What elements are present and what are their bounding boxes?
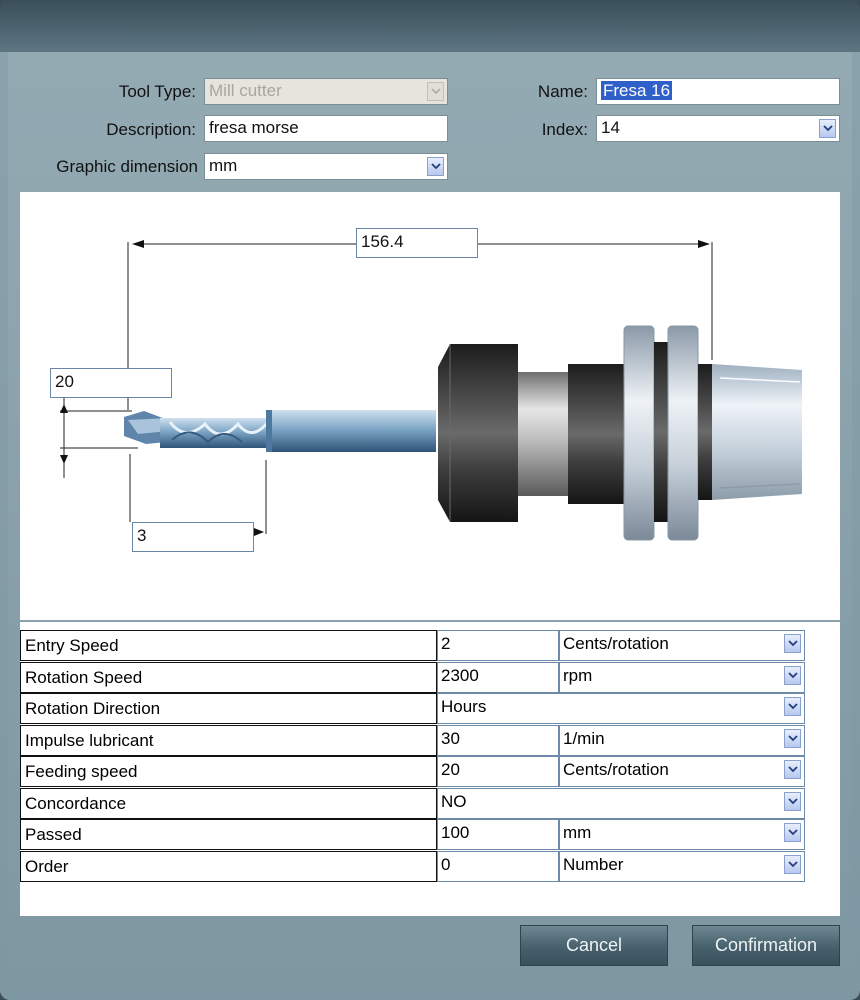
param-unit-select[interactable]: mm: [559, 819, 805, 850]
diameter-dimension-value: 20: [55, 372, 74, 391]
confirmation-button[interactable]: Confirmation: [692, 925, 840, 966]
description-value: fresa morse: [209, 118, 299, 137]
param-name: Passed: [20, 819, 437, 850]
name-value: Fresa 16: [601, 81, 673, 100]
description-label: Description:: [106, 120, 196, 139]
param-unit: rpm: [563, 665, 593, 685]
param-unit: Cents/rotation: [563, 634, 669, 653]
index-label: Index:: [541, 120, 588, 139]
param-value: 0: [441, 854, 451, 874]
param-unit: 1/min: [563, 728, 605, 748]
param-name: Rotation Speed: [20, 661, 437, 693]
chevron-down-icon[interactable]: [784, 760, 801, 779]
cancel-button[interactable]: Cancel: [520, 925, 668, 966]
param-value: Hours: [441, 697, 487, 716]
chevron-down-icon[interactable]: [784, 697, 801, 716]
tool-drawing-area: 156.4 20 3: [20, 192, 840, 620]
offset-dimension-input[interactable]: 3: [132, 522, 254, 552]
param-value-select[interactable]: NO: [437, 787, 805, 819]
param-value-input[interactable]: 100: [437, 819, 559, 850]
graphic-dimension-label: Graphic dimension: [56, 157, 198, 176]
tool-type-select: Mill cutter: [204, 78, 448, 105]
graphic-dimension-select[interactable]: mm: [204, 153, 448, 180]
param-value: 20: [441, 760, 460, 779]
param-value-input[interactable]: 2: [437, 630, 559, 661]
chevron-down-icon[interactable]: [784, 823, 801, 842]
chevron-down-icon[interactable]: [784, 634, 801, 653]
graphic-dimension-value: mm: [209, 156, 238, 175]
diameter-dimension-input[interactable]: 20: [50, 368, 172, 398]
name-input[interactable]: Fresa 16: [596, 78, 840, 105]
chevron-down-icon[interactable]: [784, 728, 801, 748]
window-titlebar[interactable]: [0, 0, 860, 52]
chevron-down-icon[interactable]: [427, 157, 444, 176]
param-value: NO: [441, 791, 467, 811]
chevron-down-icon: [427, 82, 444, 101]
description-input[interactable]: fresa morse: [204, 115, 448, 142]
offset-dimension-value: 3: [137, 526, 147, 545]
param-name: Order: [20, 850, 437, 882]
param-value: 2300: [441, 665, 479, 685]
param-unit-select[interactable]: Cents/rotation: [559, 756, 805, 787]
chevron-down-icon[interactable]: [784, 665, 801, 685]
param-name: Impulse lubricant: [20, 724, 437, 756]
param-name: Feeding speed: [20, 756, 437, 787]
name-label: Name:: [537, 82, 588, 101]
tool-type-label: Tool Type:: [118, 82, 196, 101]
param-value: 100: [441, 823, 470, 842]
param-unit-select[interactable]: 1/min: [559, 724, 805, 756]
param-name: Rotation Direction: [20, 693, 437, 724]
param-value: 2: [441, 634, 451, 653]
index-select[interactable]: 14: [596, 115, 840, 142]
param-value-select[interactable]: Hours: [437, 693, 805, 724]
param-value-input[interactable]: 30: [437, 724, 559, 756]
param-unit: Number: [563, 854, 624, 874]
param-name: Concordance: [20, 787, 437, 819]
length-dimension-value: 156.4: [361, 232, 404, 251]
chevron-down-icon[interactable]: [784, 854, 801, 874]
param-value-input[interactable]: 20: [437, 756, 559, 787]
param-unit: Cents/rotation: [563, 760, 669, 779]
param-value: 30: [441, 728, 460, 748]
param-name: Entry Speed: [20, 630, 437, 661]
chevron-down-icon[interactable]: [819, 119, 836, 138]
index-value: 14: [601, 118, 620, 137]
param-unit: mm: [563, 823, 592, 842]
tool-type-value: Mill cutter: [209, 81, 282, 100]
tool-editor-window: Tool Type: Mill cutter Description: fres…: [0, 0, 860, 1000]
param-unit-select[interactable]: Cents/rotation: [559, 630, 805, 661]
param-value-input[interactable]: 2300: [437, 661, 559, 693]
parameters-table: Entry Speed 2 Cents/rotation Rotation Sp…: [20, 620, 840, 916]
length-dimension-input[interactable]: 156.4: [356, 228, 478, 258]
param-unit-select[interactable]: rpm: [559, 661, 805, 693]
param-unit-select[interactable]: Number: [559, 850, 805, 882]
param-value-input[interactable]: 0: [437, 850, 559, 882]
chevron-down-icon[interactable]: [784, 791, 801, 811]
